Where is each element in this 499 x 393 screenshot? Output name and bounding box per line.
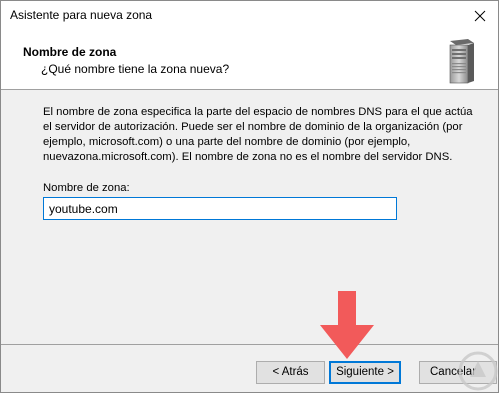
page-title: Nombre de zona [23,45,117,59]
server-icon [449,39,474,84]
new-zone-wizard-dialog: Asistente para nueva zona Nombre de zona… [0,0,499,393]
zone-description: El nombre de zona especifica la parte de… [43,106,473,163]
page-subtitle: ¿Qué nombre tiene la zona nueva? [41,62,230,76]
close-button[interactable] [462,1,498,31]
footer-divider [1,344,498,345]
zone-name-label: Nombre de zona: [43,182,130,194]
title-bar: Asistente para nueva zona [1,1,498,31]
window-title: Asistente para nueva zona [10,8,153,22]
close-icon [474,10,486,22]
next-button[interactable]: Siguiente > [329,361,401,384]
wizard-header: Nombre de zona ¿Qué nombre tiene la zona… [1,31,498,90]
zone-name-input[interactable] [43,197,397,220]
wizard-content: El nombre de zona especifica la parte de… [1,90,498,344]
back-button[interactable]: < Atrás [256,361,325,384]
down-arrow-icon [320,291,374,359]
logo-watermark-icon [458,351,498,391]
